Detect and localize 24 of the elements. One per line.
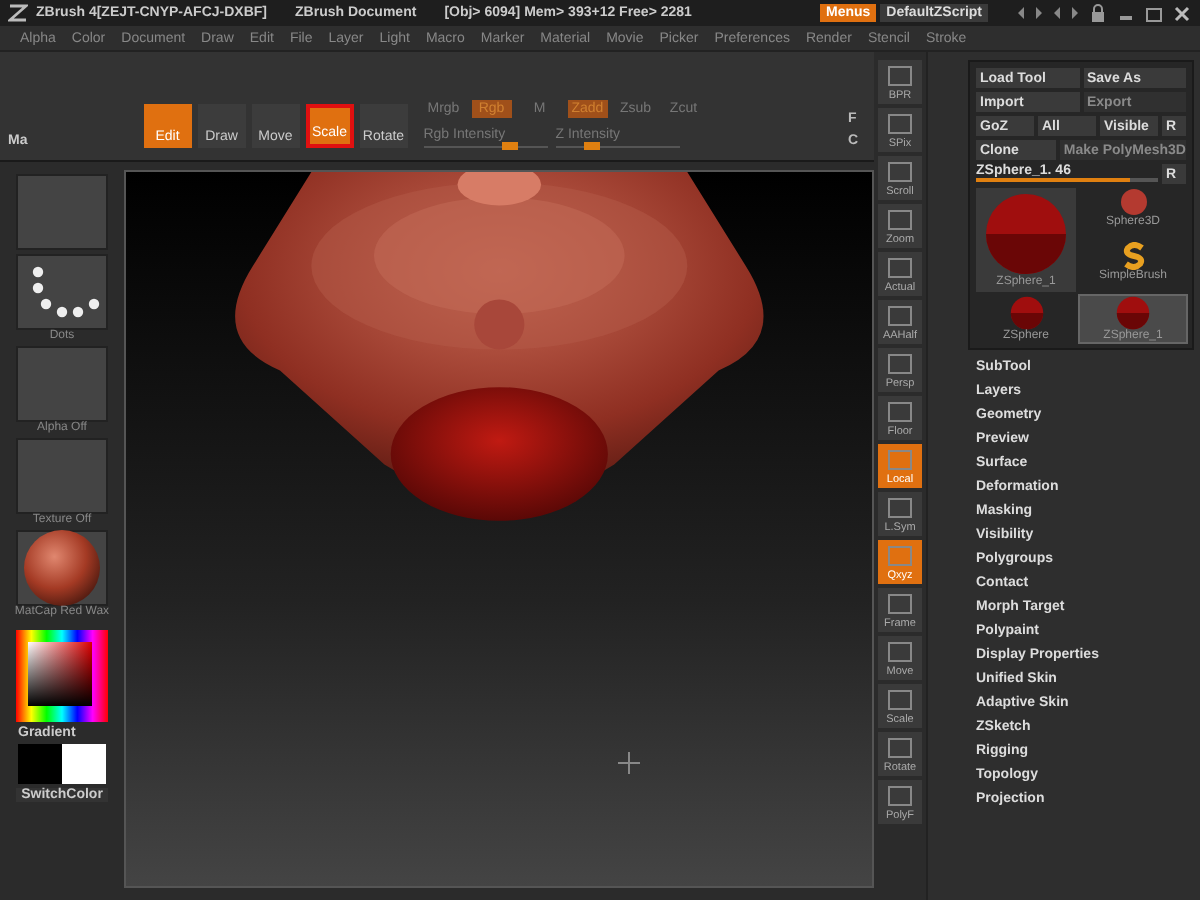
close-icon[interactable] (1172, 3, 1192, 23)
slider-thumb[interactable] (584, 142, 601, 150)
maximize-icon[interactable] (1144, 3, 1164, 23)
zsphere-icon (984, 192, 1068, 276)
lock-icon[interactable] (1088, 3, 1108, 23)
document-canvas[interactable] (124, 170, 874, 888)
crosshair-icon (618, 752, 640, 774)
sphere-icon (1119, 188, 1147, 216)
color-picker[interactable] (16, 630, 108, 722)
tray-thumbnail[interactable] (16, 254, 108, 330)
tray-thumbnail[interactable] (16, 174, 108, 250)
tray-thumbnail[interactable] (16, 346, 108, 422)
zsphere-icon (1009, 296, 1043, 330)
zsphere-icon (1116, 296, 1150, 330)
color-swatch[interactable] (18, 744, 62, 784)
app-logo-icon (8, 4, 28, 22)
sphere-icon (21, 528, 102, 608)
tray-thumbnail[interactable] (16, 438, 108, 514)
arrows-icon[interactable] (1016, 3, 1044, 21)
tray-thumbnail[interactable] (15, 530, 108, 606)
arrows-icon[interactable] (1052, 3, 1080, 21)
color-swatch[interactable] (62, 744, 106, 784)
s-brush-icon (1119, 242, 1147, 270)
slider-thumb[interactable] (502, 142, 519, 150)
